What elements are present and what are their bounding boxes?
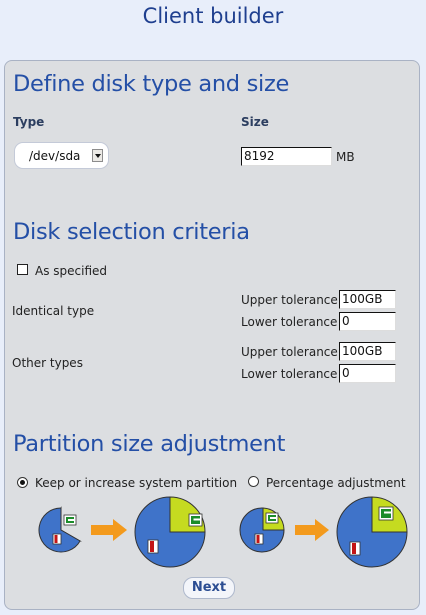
other-upper-tolerance-input[interactable]: 100GB	[339, 342, 396, 361]
disk-size-input[interactable]: 8192	[241, 147, 332, 166]
arrow-icon	[295, 519, 329, 541]
identical-upper-label: Upper tolerance	[241, 293, 338, 307]
as-specified-checkbox[interactable]	[17, 264, 28, 275]
keep-increase-radio[interactable]	[17, 477, 28, 488]
keep-increase-label: Keep or increase system partition	[35, 476, 238, 490]
next-button[interactable]: Next	[183, 577, 235, 599]
type-label: Type	[13, 115, 45, 129]
as-specified-label: As specified	[35, 264, 108, 278]
arrow-icon	[91, 519, 127, 541]
small-disk-pie	[239, 507, 285, 553]
large-disk-pie	[336, 496, 408, 568]
percentage-adjustment-radio[interactable]	[248, 476, 259, 487]
criteria-section-heading: Disk selection criteria	[13, 219, 250, 245]
large-disk-pie	[134, 496, 206, 568]
identical-type-label: Identical type	[12, 304, 95, 318]
client-builder-panel: Define disk type and size Type Size /dev…	[4, 60, 420, 610]
size-label: Size	[241, 115, 269, 129]
disk-section-heading: Define disk type and size	[13, 71, 290, 97]
disk-type-select[interactable]: /dev/sda	[14, 142, 109, 169]
small-disk-pie	[38, 506, 82, 553]
other-lower-label: Lower tolerance	[241, 367, 338, 381]
other-upper-label: Upper tolerance	[241, 345, 338, 359]
app-title: Client builder	[142, 4, 284, 28]
percentage-illustration	[239, 496, 408, 568]
chevron-down-icon[interactable]	[92, 149, 103, 162]
identical-lower-tolerance-input[interactable]: 0	[339, 312, 396, 331]
size-unit-label: MB	[336, 150, 355, 164]
keep-increase-illustration	[38, 496, 206, 568]
identical-upper-tolerance-input[interactable]: 100GB	[339, 290, 396, 309]
other-lower-tolerance-input[interactable]: 0	[339, 364, 396, 383]
percentage-adjustment-label: Percentage adjustment	[266, 476, 406, 490]
other-types-label: Other types	[12, 356, 83, 370]
partition-section-heading: Partition size adjustment	[13, 431, 286, 457]
disk-type-value: /dev/sda	[29, 149, 81, 163]
identical-lower-label: Lower tolerance	[241, 315, 338, 329]
